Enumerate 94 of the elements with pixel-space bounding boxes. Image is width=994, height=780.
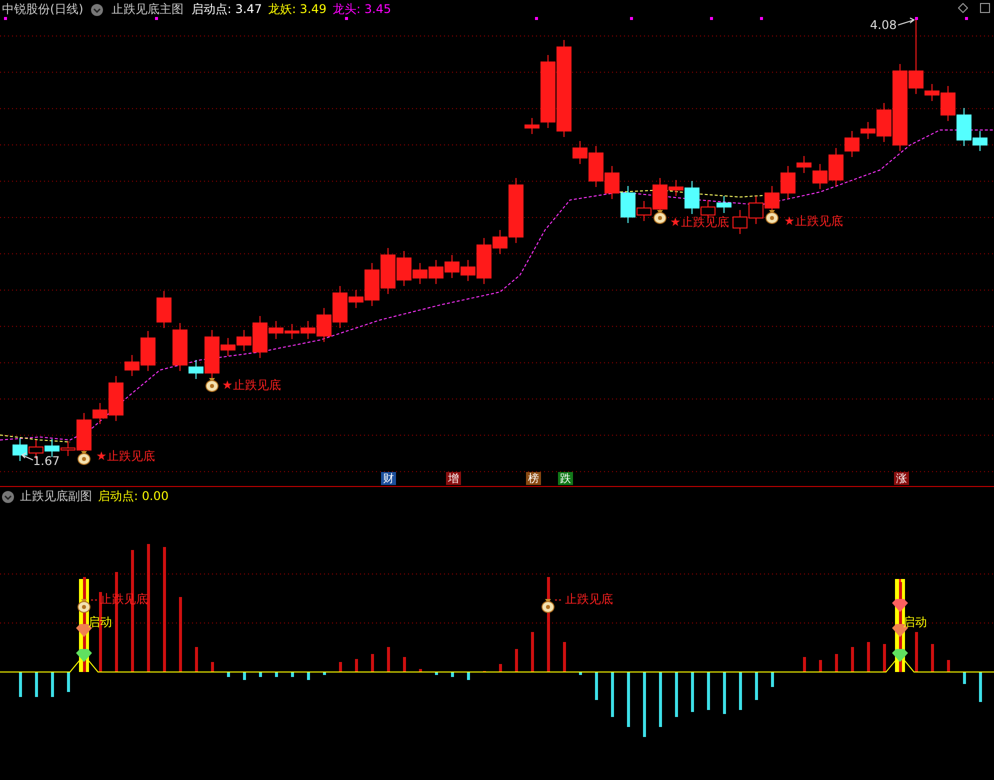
- event-tag[interactable]: 增: [446, 472, 461, 485]
- candlestick: [748, 196, 764, 224]
- histogram-bar: [227, 672, 230, 677]
- histogram-bar: [739, 672, 742, 710]
- candlestick: [156, 290, 172, 328]
- histogram-bar: [387, 647, 390, 672]
- histogram-bar: [771, 672, 774, 687]
- candlestick: [380, 248, 396, 294]
- signal-label: ★止跌见底: [222, 378, 281, 392]
- histogram-bar: [979, 672, 982, 702]
- histogram-bar: [915, 632, 918, 672]
- histogram-bar: [19, 672, 22, 697]
- histogram-bar: [867, 642, 870, 672]
- histogram-bar: [435, 672, 438, 675]
- histogram-bar: [51, 672, 54, 697]
- event-tag[interactable]: 榜: [526, 472, 541, 485]
- histogram-bar: [947, 660, 950, 672]
- indicator-value: 启动点: 3.47: [191, 1, 262, 18]
- histogram-bar: [371, 654, 374, 672]
- chevron-down-icon[interactable]: [2, 490, 14, 502]
- histogram-bar: [67, 672, 70, 692]
- indicator-name: 止跌见底主图: [111, 1, 184, 18]
- money-bag-icon: [654, 210, 666, 224]
- histogram-bar: [675, 672, 678, 717]
- signal-label: ★止跌见底: [784, 214, 843, 228]
- stock-name: 中锐股份(日线): [2, 1, 84, 18]
- histogram-bar: [419, 669, 422, 672]
- histogram-bar: [35, 672, 38, 697]
- indicator-name: 止跌见底副图: [20, 488, 92, 505]
- histogram-bar: [259, 672, 262, 677]
- histogram-bar: [531, 632, 534, 672]
- candlestick: [284, 324, 300, 340]
- high-price-label: 4.08: [870, 18, 897, 32]
- diamond-icon: [76, 649, 92, 662]
- histogram-bar: [355, 659, 358, 672]
- money-bag-icon: [78, 599, 90, 613]
- money-bag-icon: [766, 210, 778, 224]
- indicator-value: 龙头: 3.45: [332, 1, 392, 18]
- diamond-icon: [892, 599, 908, 612]
- signal-label: 止跌见底: [565, 592, 613, 606]
- arrow-icon: [898, 18, 915, 26]
- indicator-value: 启动点: 0.00: [98, 488, 169, 505]
- histogram-bar: [595, 672, 598, 700]
- histogram-bar: [339, 662, 342, 672]
- candlestick: [604, 166, 620, 200]
- histogram-bar: [803, 657, 806, 672]
- histogram-bar: [291, 672, 294, 677]
- histogram-bar: [451, 672, 454, 677]
- histogram-bar: [211, 662, 214, 672]
- histogram-bar: [643, 672, 646, 737]
- histogram-bar: [467, 672, 470, 680]
- histogram-bar: [659, 672, 662, 727]
- event-tag[interactable]: 财: [381, 472, 396, 485]
- square-icon[interactable]: [980, 3, 990, 13]
- histogram-bar: [579, 672, 582, 675]
- candlestick: [732, 210, 748, 234]
- histogram-bar: [323, 672, 326, 675]
- chevron-down-icon[interactable]: [91, 4, 104, 16]
- histogram-bar: [963, 672, 966, 684]
- money-bag-icon: [542, 599, 554, 613]
- histogram-bar: [307, 672, 310, 680]
- histogram-bar: [515, 649, 518, 672]
- histogram-bar: [883, 644, 886, 672]
- histogram-bar: [691, 672, 694, 712]
- candlestick: [428, 260, 444, 284]
- histogram-bar: [627, 672, 630, 727]
- candlestick: [12, 438, 28, 462]
- histogram-bar: [851, 647, 854, 672]
- histogram-bar: [835, 654, 838, 672]
- histogram-bar: [563, 642, 566, 672]
- indicator-value: 龙妖: 3.49: [268, 1, 327, 18]
- signal-label: ★止跌见底: [96, 449, 155, 463]
- histogram-bar: [275, 672, 278, 677]
- money-bag-icon: [78, 451, 90, 465]
- histogram-bar: [195, 647, 198, 672]
- histogram-bar: [755, 672, 758, 700]
- event-tag[interactable]: 涨: [894, 472, 909, 485]
- low-price-label: 1.67: [33, 454, 60, 468]
- histogram-bar: [499, 664, 502, 672]
- histogram-bar: [931, 644, 934, 672]
- diamond-icon[interactable]: [958, 3, 968, 13]
- candlestick: [444, 254, 460, 278]
- diamond-icon: [892, 649, 908, 662]
- histogram-bar: [243, 672, 246, 680]
- histogram-bar: [403, 657, 406, 672]
- histogram-bar: [707, 672, 710, 710]
- histogram-bar: [723, 672, 726, 714]
- arrow-icon: [21, 452, 34, 460]
- histogram-bar: [611, 672, 614, 717]
- histogram-bar: [819, 660, 822, 672]
- candlestick: [716, 196, 732, 214]
- event-tag[interactable]: 跌: [558, 472, 573, 485]
- candlestick: [44, 438, 60, 458]
- money-bag-icon: [206, 378, 218, 392]
